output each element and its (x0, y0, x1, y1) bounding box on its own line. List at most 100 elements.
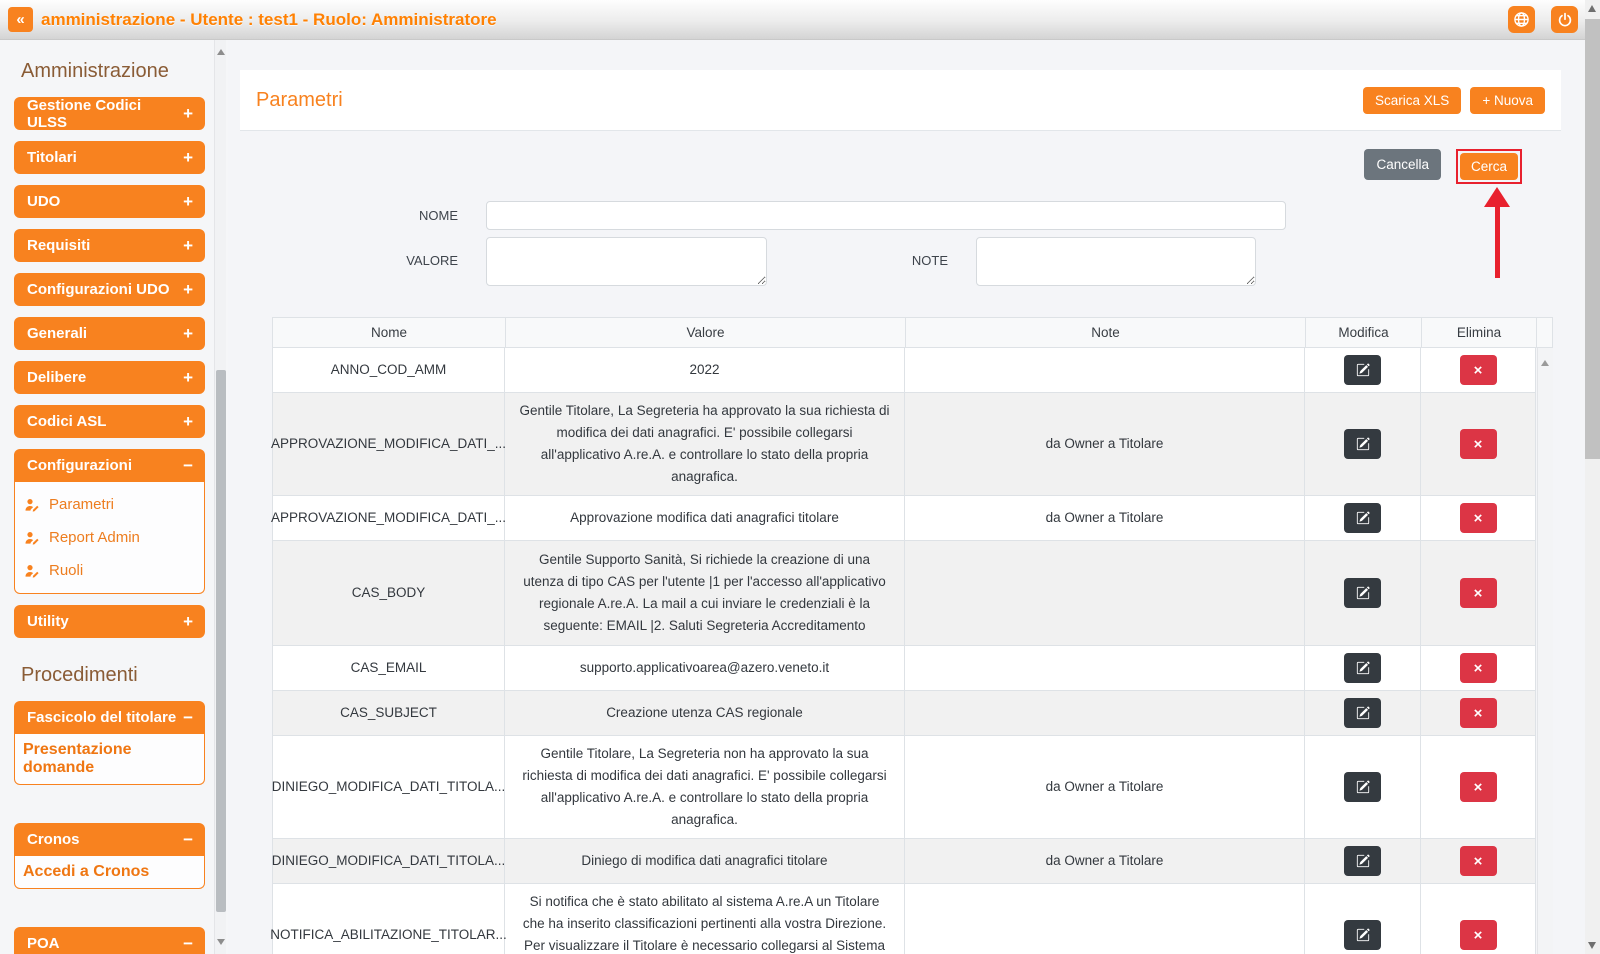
sidebar-item-report-admin[interactable]: Report Admin (15, 521, 204, 554)
sidebar-item-cronos[interactable]: Cronos − (14, 823, 205, 856)
pencil-square-icon (1356, 854, 1370, 868)
sidebar-item-poa[interactable]: POA − (14, 927, 205, 954)
sidebar-item-ruoli[interactable]: Ruoli (15, 554, 204, 587)
scroll-down-icon[interactable] (1588, 942, 1596, 949)
valore-textarea[interactable] (486, 237, 767, 286)
parametri-table: Nome Valore Note Modifica Elimina ANNO_C… (270, 317, 1553, 954)
sidebar-section-procedimenti: Procedimenti (21, 664, 138, 686)
configurazioni-submenu: Parametri Report Admin Ruoli (14, 482, 205, 594)
sidebar-scrollbar-thumb[interactable] (216, 370, 226, 912)
nome-input[interactable] (486, 201, 1286, 230)
page-scrollbar-thumb[interactable] (1585, 19, 1600, 459)
delete-button[interactable]: × (1459, 846, 1497, 876)
sidebar-item-codici-asl[interactable]: Codici ASL + (14, 405, 205, 438)
sidebar-item-configurazioni-udo[interactable]: Configurazioni UDO + (14, 273, 205, 306)
scroll-up-icon[interactable] (1588, 5, 1596, 12)
plus-icon: + (183, 611, 193, 631)
delete-button[interactable]: × (1459, 920, 1497, 950)
scroll-up-icon[interactable] (217, 49, 225, 55)
plus-icon: + (183, 103, 193, 123)
table-row: APPROVAZIONE_MODIFICA_DATI_... Gentile T… (271, 393, 1536, 496)
logout-button[interactable] (1551, 6, 1578, 33)
plus-icon: + (183, 147, 193, 167)
edit-button[interactable] (1344, 772, 1381, 802)
sidebar-item-fascicolo-del-titolare[interactable]: Fascicolo del titolare − (14, 701, 205, 734)
cancella-button[interactable]: Cancella (1364, 149, 1441, 180)
table-row: APPROVAZIONE_MODIFICA_DATI_... Approvazi… (271, 496, 1536, 541)
minus-icon: − (183, 933, 193, 953)
table-header-row: Nome Valore Note Modifica Elimina (272, 317, 1553, 348)
sidebar-item-delibere[interactable]: Delibere + (14, 361, 205, 394)
nuova-button[interactable]: + Nuova (1470, 86, 1545, 114)
nome-label: NOME (419, 208, 458, 223)
edit-button[interactable] (1344, 920, 1381, 950)
note-label: NOTE (911, 253, 948, 268)
scroll-down-icon[interactable] (217, 939, 225, 945)
edit-button[interactable] (1344, 846, 1381, 876)
sidebar-collapse-button[interactable]: « (8, 7, 33, 32)
x-icon: × (1473, 659, 1483, 677)
power-icon (1557, 12, 1573, 28)
scarica-xls-button[interactable]: Scarica XLS (1363, 86, 1462, 114)
form-row-valore-note: VALORE NOTE (228, 237, 1585, 286)
x-icon: × (1473, 509, 1483, 527)
delete-button[interactable]: × (1459, 578, 1497, 608)
table-row: CAS_SUBJECT Creazione utenza CAS regiona… (273, 691, 1536, 736)
sidebar-item-gestione-codici-ulss[interactable]: Gestione Codici ULSS + (14, 97, 205, 131)
edit-button[interactable] (1344, 429, 1381, 459)
column-header-note: Note (906, 318, 1306, 347)
pencil-square-icon (1356, 661, 1370, 675)
scroll-up-icon[interactable] (1541, 360, 1549, 366)
sidebar-item-configurazioni[interactable]: Configurazioni − (14, 449, 205, 482)
delete-button[interactable]: × (1459, 503, 1497, 533)
delete-button[interactable]: × (1459, 653, 1497, 683)
table-row: CAS_BODY Gentile Supporto Sanità, Si ric… (273, 541, 1536, 646)
column-header-elimina: Elimina (1422, 318, 1537, 347)
pencil-square-icon (1356, 511, 1370, 525)
language-button[interactable] (1508, 6, 1535, 33)
sidebar-item-requisiti[interactable]: Requisiti + (14, 229, 205, 262)
table-scrollbar[interactable] (1537, 348, 1553, 954)
sidebar-item-udo[interactable]: UDO + (14, 185, 205, 218)
column-header-valore: Valore (506, 318, 906, 347)
fascicolo-submenu: Presentazione domande (14, 734, 205, 785)
search-actions: Cancella Cerca (228, 149, 1585, 184)
delete-button[interactable]: × (1459, 698, 1497, 728)
annotation-arrow (1484, 187, 1510, 278)
sidebar-item-generali[interactable]: Generali + (14, 317, 205, 350)
pencil-square-icon (1356, 437, 1370, 451)
sidebar-item-parametri[interactable]: Parametri (15, 488, 204, 521)
column-header-filler (1537, 318, 1553, 347)
cronos-submenu: Accedi a Cronos (14, 856, 205, 889)
sidebar-scrollbar[interactable] (214, 40, 226, 954)
globe-icon (1513, 11, 1530, 28)
sidebar-item-accedi-a-cronos[interactable]: Accedi a Cronos (15, 856, 204, 888)
table-body: ANNO_COD_AMM 2022 × APPROVAZIONE_MODIFIC… (270, 348, 1536, 954)
edit-button[interactable] (1344, 653, 1381, 683)
table-row: DINIEGO_MODIFICA_DATI_TITOLA... Gentile … (272, 736, 1536, 839)
sidebar-item-utility[interactable]: Utility + (14, 605, 205, 638)
minus-icon: − (183, 707, 193, 727)
sidebar-section-amministrazione: Amministrazione (21, 60, 169, 82)
page-scrollbar[interactable] (1585, 0, 1600, 954)
delete-button[interactable]: × (1459, 772, 1497, 802)
edit-button[interactable] (1344, 503, 1381, 533)
pencil-square-icon (1356, 706, 1370, 720)
cerca-button[interactable]: Cerca (1459, 153, 1518, 180)
delete-button[interactable]: × (1459, 355, 1497, 385)
note-textarea[interactable] (976, 237, 1256, 286)
delete-button[interactable]: × (1459, 429, 1497, 459)
pencil-square-icon (1356, 363, 1370, 377)
x-icon: × (1473, 584, 1483, 602)
edit-button[interactable] (1344, 698, 1381, 728)
plus-icon: + (183, 367, 193, 387)
sidebar-item-presentazione-domande[interactable]: Presentazione domande (15, 734, 204, 784)
edit-button[interactable] (1344, 578, 1381, 608)
user-edit-icon (24, 497, 40, 513)
pencil-square-icon (1356, 586, 1370, 600)
plus-icon: + (183, 279, 193, 299)
valore-label: VALORE (406, 253, 458, 268)
sidebar-item-titolari[interactable]: Titolari + (14, 141, 205, 174)
edit-button[interactable] (1344, 355, 1381, 385)
page-titlebar: Parametri Scarica XLS + Nuova (240, 70, 1561, 131)
